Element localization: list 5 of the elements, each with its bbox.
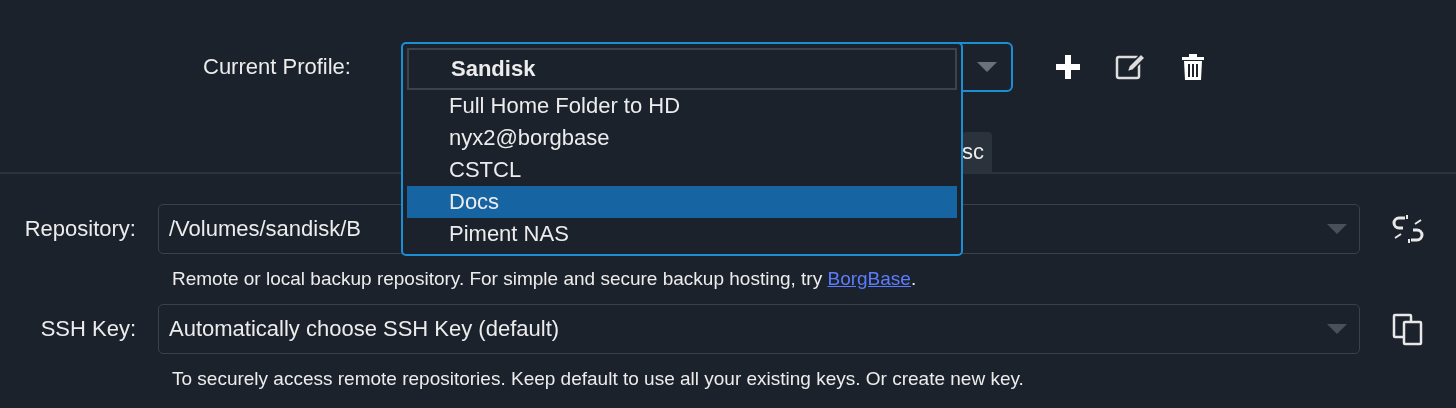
ssh-key-help-text: To securely access remote repositories. Keep default to use all your existing keys. Or create new key. [172,368,1025,390]
ssh-key-label: SSH Key: [39,316,137,342]
repository-label: Repository: [23,216,137,242]
profile-label: Current Profile: [203,54,352,80]
repository-help-text: Remote or local backup repository. For simple and secure backup hosting, try BorgBase. [172,268,918,290]
